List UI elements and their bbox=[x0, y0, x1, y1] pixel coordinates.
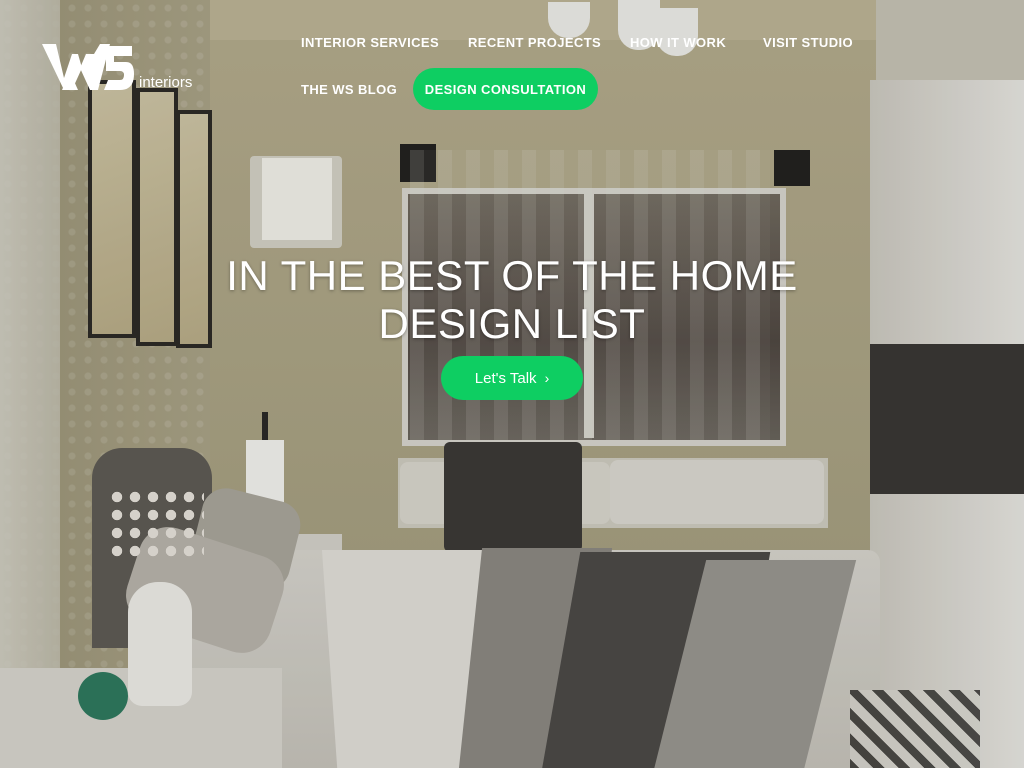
hero-title-line-2: DESIGN LIST bbox=[378, 300, 646, 347]
hero-title: IN THE BEST OF THE HOME DESIGN LIST bbox=[200, 252, 824, 348]
nav-recent-projects[interactable]: RECENT PROJECTS bbox=[468, 35, 601, 50]
design-consultation-label: DESIGN CONSULTATION bbox=[424, 81, 587, 97]
nav-ws-blog[interactable]: THE WS BLOG bbox=[301, 82, 397, 97]
chevron-right-icon: › bbox=[544, 370, 550, 386]
lets-talk-label: Let's Talk bbox=[474, 369, 537, 387]
lets-talk-button[interactable]: Let's Talk › bbox=[441, 356, 583, 400]
site-logo[interactable]: interiors bbox=[42, 44, 202, 94]
design-consultation-button[interactable]: DESIGN CONSULTATION bbox=[413, 68, 598, 110]
hero-title-line-1: IN THE BEST OF THE HOME bbox=[226, 252, 798, 299]
ws-logo-mark-icon bbox=[42, 44, 134, 90]
nav-interior-services[interactable]: INTERIOR SERVICES bbox=[301, 35, 439, 50]
nav-visit-studio[interactable]: VISIT STUDIO bbox=[763, 35, 853, 50]
logo-text: interiors bbox=[139, 74, 193, 91]
nav-how-it-work[interactable]: HOW IT WORK bbox=[630, 35, 726, 50]
